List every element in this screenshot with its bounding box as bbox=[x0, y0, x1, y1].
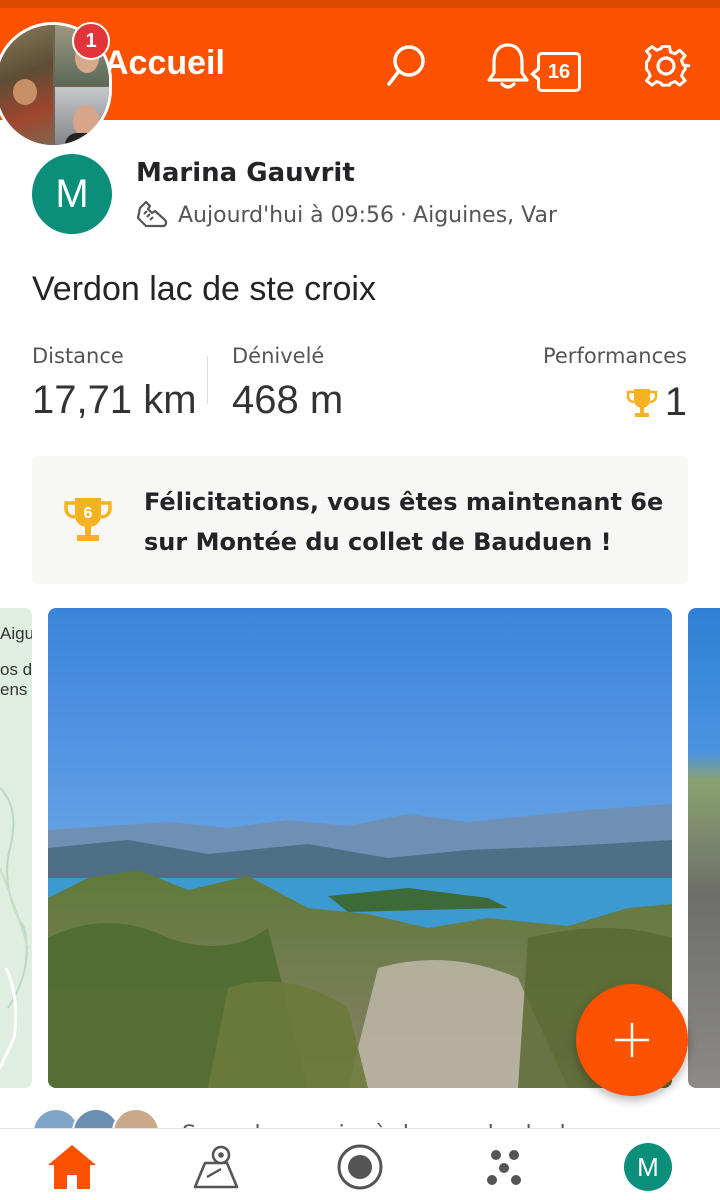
stories-badge: 1 bbox=[72, 22, 110, 60]
stats-divider bbox=[207, 356, 208, 404]
plus-icon bbox=[615, 1023, 649, 1057]
lake-landscape-photo bbox=[48, 608, 672, 1088]
next-photo-thumbnail[interactable] bbox=[688, 608, 720, 1088]
record-icon bbox=[337, 1144, 383, 1190]
performances-value: 1 bbox=[664, 380, 687, 424]
athlete-name[interactable]: Marina Gauvrit bbox=[136, 158, 355, 188]
route-map-thumbnail[interactable]: Aigu os du ens bbox=[0, 608, 32, 1088]
home-icon bbox=[48, 1145, 96, 1189]
map-label: os du bbox=[0, 660, 32, 679]
settings-button[interactable] bbox=[638, 38, 694, 94]
activity-meta: Aujourd'hui à 09:56 · Aiguines, Var bbox=[136, 200, 557, 230]
story-thumbnail bbox=[0, 25, 53, 145]
bottom-navigation: M bbox=[0, 1128, 720, 1200]
page-title: Accueil bbox=[104, 44, 225, 82]
search-button[interactable] bbox=[378, 38, 434, 94]
meta-separator: · bbox=[400, 202, 408, 228]
nav-maps[interactable] bbox=[186, 1137, 246, 1197]
map-label: ens bbox=[0, 680, 28, 699]
maps-icon bbox=[193, 1145, 239, 1189]
activity-photo[interactable] bbox=[48, 608, 672, 1088]
trophy-icon bbox=[626, 388, 657, 417]
nav-profile[interactable]: M bbox=[618, 1137, 678, 1197]
achievement-trophy: 6 bbox=[62, 494, 114, 546]
bell-icon bbox=[487, 43, 529, 89]
elevation-value: 468 m bbox=[232, 378, 344, 422]
achievement-text: Félicitations, vous êtes maintenant 6e s… bbox=[144, 488, 664, 556]
status-strip bbox=[0, 0, 720, 8]
add-fab-button[interactable] bbox=[576, 984, 688, 1096]
activity-timestamp: Aujourd'hui à 09:56 bbox=[178, 202, 395, 228]
activity-title[interactable]: Verdon lac de ste croix bbox=[32, 270, 376, 309]
distance-value: 17,71 km bbox=[32, 378, 197, 422]
achievement-banner[interactable]: 6 Félicitations, vous êtes maintenant 6e… bbox=[32, 456, 688, 584]
gear-icon bbox=[645, 45, 691, 87]
trophy-icon: 6 bbox=[64, 498, 112, 541]
elevation-label: Dénivelé bbox=[232, 344, 325, 368]
search-icon bbox=[387, 45, 425, 86]
nav-record[interactable] bbox=[330, 1137, 390, 1197]
map-label: Aigu bbox=[0, 624, 32, 643]
notifications-button[interactable] bbox=[480, 38, 536, 94]
activity-location: Aiguines, Var bbox=[413, 202, 558, 228]
achievement-rank: 6 bbox=[84, 505, 93, 522]
story-thumbnail bbox=[55, 87, 109, 145]
athlete-avatar[interactable]: M bbox=[32, 154, 112, 234]
performances-value-group: 1 bbox=[625, 380, 687, 425]
profile-avatar: M bbox=[624, 1143, 672, 1191]
notification-count[interactable]: 16 bbox=[530, 52, 581, 92]
nav-home[interactable] bbox=[42, 1137, 102, 1197]
nav-groups[interactable] bbox=[474, 1137, 534, 1197]
groups-icon bbox=[487, 1150, 521, 1185]
performances-label: Performances bbox=[542, 344, 687, 368]
shoe-icon bbox=[136, 200, 168, 228]
distance-label: Distance bbox=[32, 344, 124, 368]
